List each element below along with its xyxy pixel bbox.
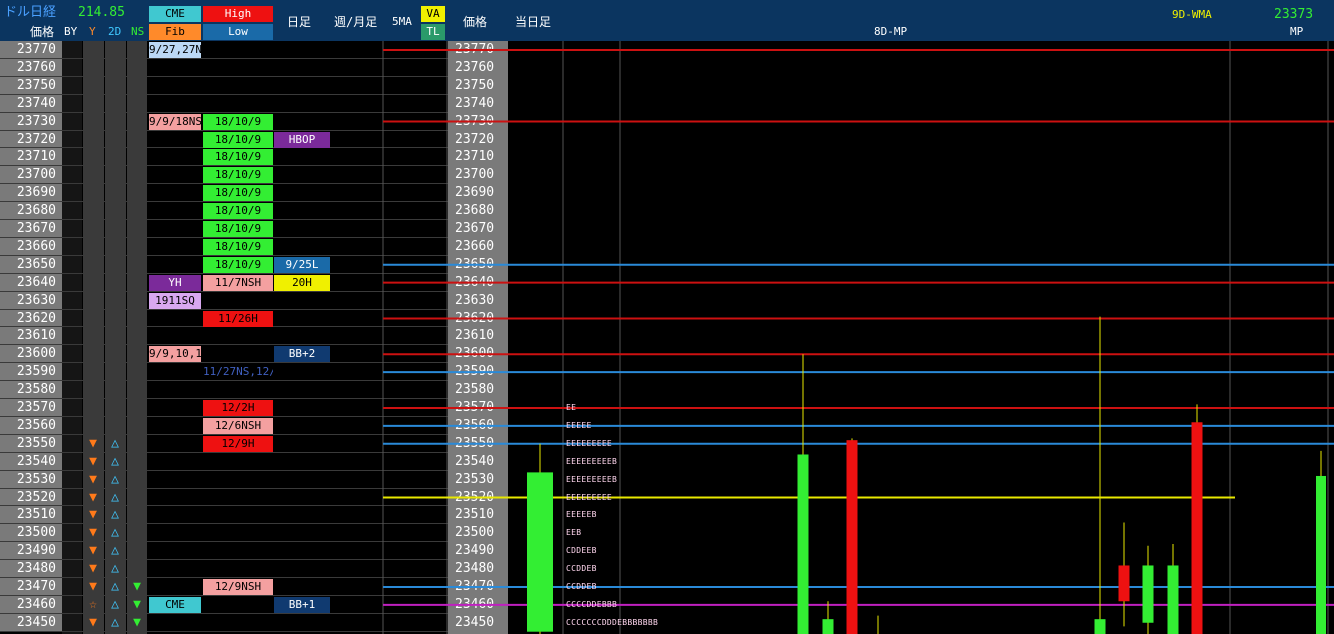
mp-candle (1118, 565, 1130, 602)
mp-candle (822, 619, 834, 634)
tpo-row: EEEEEEEEEB (566, 456, 618, 466)
tpo-row: EE (566, 403, 577, 412)
mp-candle (1142, 565, 1154, 623)
tpo-row: CCDDEB (566, 564, 597, 574)
tpo-row: CCCCDDEBBB (566, 599, 618, 609)
tpo-row: EEEEEEEEEB (566, 474, 618, 484)
mp-candle (1191, 422, 1203, 634)
tpo-row: EEEEE (566, 420, 592, 430)
tpo-row: CDDEEB (566, 546, 597, 556)
tpo-row: CCDDEB (566, 582, 597, 591)
candle-chart (382, 41, 1334, 634)
tpo-row: EEEEEEEEE (566, 438, 613, 448)
tpo-row: EEB (566, 528, 582, 538)
mp-candle (846, 440, 858, 634)
tpo-row: CCCCCCCDDDEBBBBBBB (566, 617, 659, 627)
mp-candle (1167, 565, 1179, 634)
tpo-row: EEEEEB (566, 510, 597, 520)
mp-candle (797, 454, 809, 634)
tpo-row: EEEEEEEEE (566, 492, 613, 502)
today-candle (527, 472, 553, 632)
mp-candle (1094, 619, 1106, 634)
mp-candle (1316, 475, 1326, 634)
